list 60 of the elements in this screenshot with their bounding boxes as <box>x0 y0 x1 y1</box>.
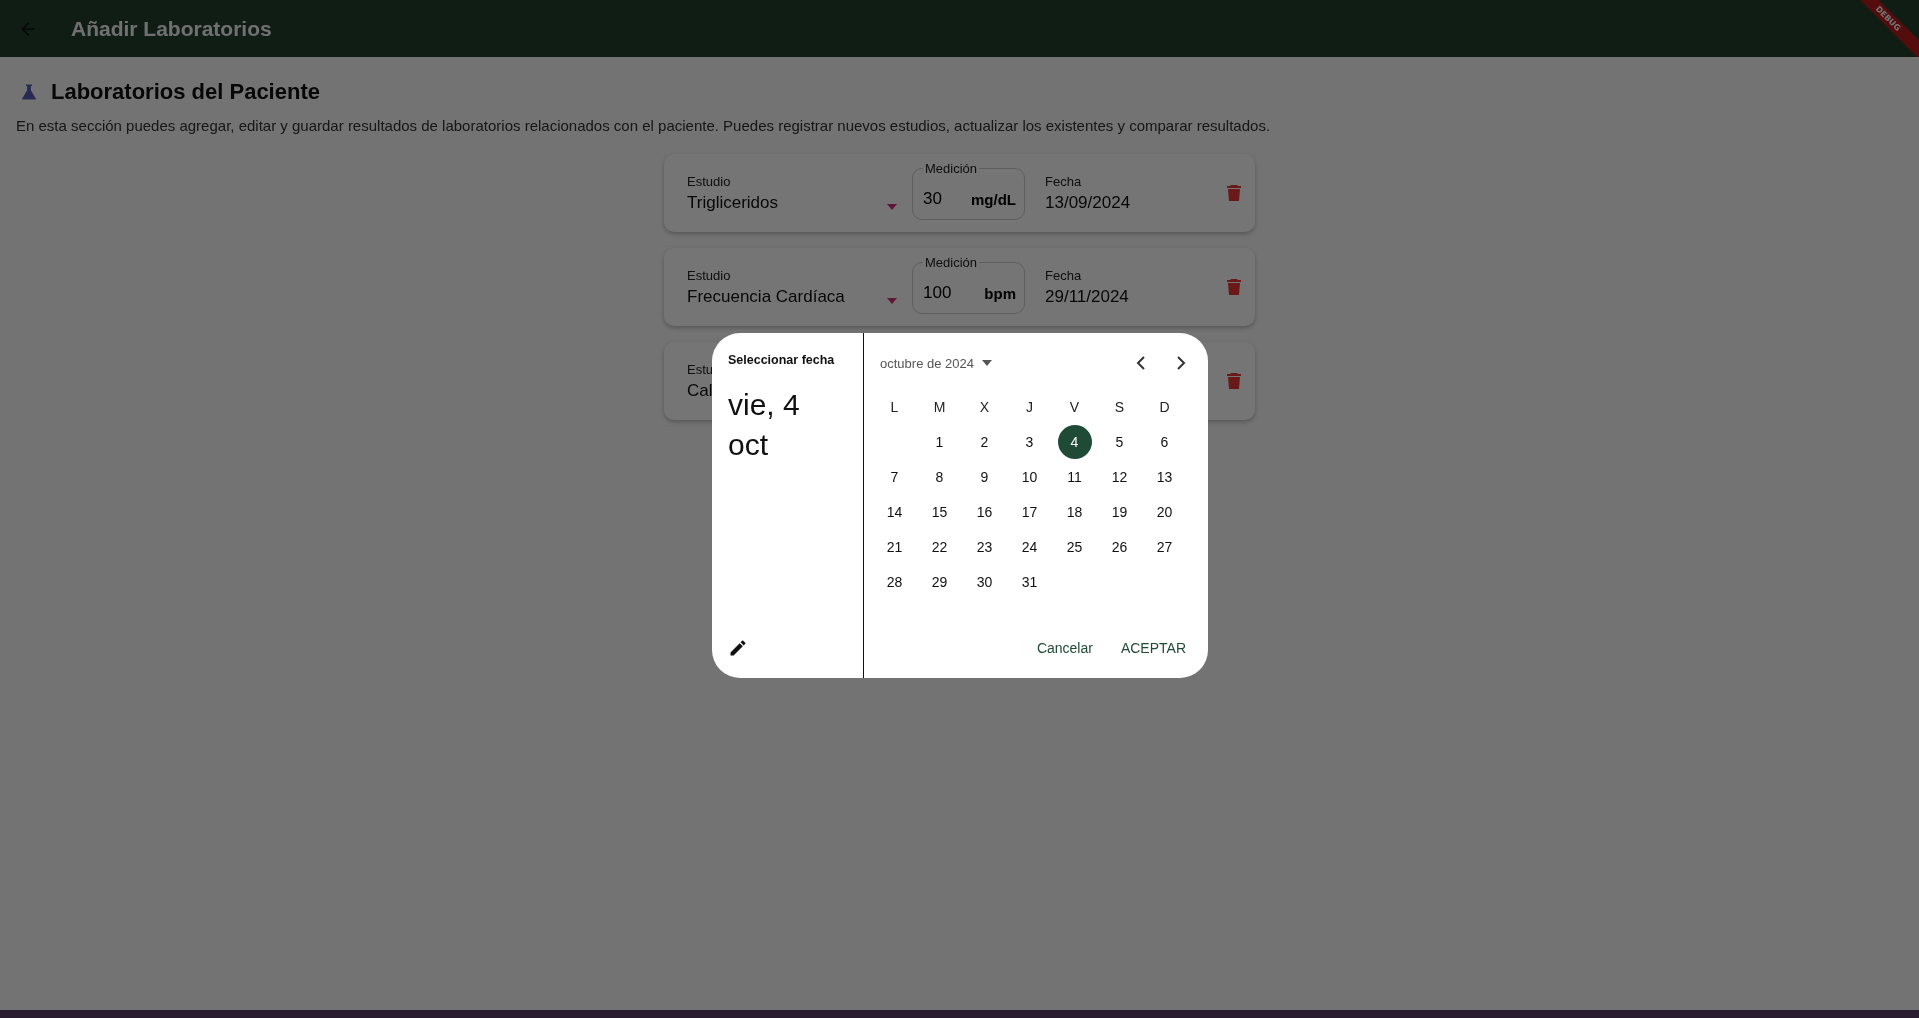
calendar-day[interactable]: 22 <box>922 529 957 564</box>
calendar-day[interactable]: 11 <box>1057 459 1092 494</box>
dropdown-caret-icon[interactable] <box>887 203 897 210</box>
calendar-day[interactable]: 19 <box>1102 494 1137 529</box>
calendar-day[interactable]: 5 <box>1102 424 1137 459</box>
calendar-day[interactable]: 26 <box>1102 529 1137 564</box>
calendar-day[interactable]: 31 <box>1012 564 1047 599</box>
calendar-day[interactable]: 25 <box>1057 529 1092 564</box>
dropdown-caret-icon <box>981 360 992 366</box>
calendar-day[interactable]: 18 <box>1057 494 1092 529</box>
calendar-day[interactable]: 1 <box>922 424 957 459</box>
calendar-day[interactable]: 7 <box>877 459 912 494</box>
calendar-day[interactable]: 24 <box>1012 529 1047 564</box>
weekday-label: X <box>978 397 991 417</box>
chevron-right-icon <box>1176 356 1186 370</box>
calendar-day[interactable]: 12 <box>1102 459 1137 494</box>
selected-date: vie, 4 oct <box>728 387 801 463</box>
calendar-day[interactable]: 30 <box>967 564 1002 599</box>
app-title: Añadir Laboratorios <box>71 16 272 41</box>
calendar-day[interactable]: 4 <box>1057 424 1092 459</box>
calendar-day[interactable]: 16 <box>967 494 1002 529</box>
calendar-day[interactable]: 20 <box>1147 494 1182 529</box>
calendar-day[interactable]: 15 <box>922 494 957 529</box>
calendar-day[interactable]: 21 <box>877 529 912 564</box>
calendar-day[interactable]: 23 <box>967 529 1002 564</box>
weekday-label: M <box>932 397 947 417</box>
calendar-day[interactable]: 14 <box>877 494 912 529</box>
delete-icon[interactable] <box>1227 185 1241 201</box>
weekday-label: J <box>1025 397 1034 417</box>
month-dropdown[interactable]: octubre de 2024 <box>880 355 992 371</box>
accept-button[interactable]: ACEPTAR <box>1110 632 1196 664</box>
date-field[interactable]: Fecha 13/09/2024 <box>1045 173 1131 213</box>
dialog-header: Seleccionar fecha <box>728 353 836 367</box>
cancel-button[interactable]: Cancelar <box>1026 632 1103 664</box>
delete-icon[interactable] <box>1227 279 1241 295</box>
calendar-day[interactable]: 17 <box>1012 494 1047 529</box>
weekday-label: L <box>889 397 900 417</box>
calendar-day[interactable]: 6 <box>1147 424 1182 459</box>
calendar-day[interactable]: 9 <box>967 459 1002 494</box>
chevron-left-icon <box>1136 356 1146 370</box>
weekday-label: D <box>1158 397 1171 417</box>
flask-icon <box>20 83 38 101</box>
weekday-label: S <box>1113 397 1126 417</box>
delete-icon[interactable] <box>1227 373 1241 389</box>
calendar-day[interactable]: 3 <box>1012 424 1047 459</box>
calendar-day[interactable]: 28 <box>877 564 912 599</box>
weekday-label: V <box>1068 397 1081 417</box>
calendar-day[interactable]: 13 <box>1147 459 1182 494</box>
calendar-day[interactable]: 2 <box>967 424 1002 459</box>
pencil-icon[interactable] <box>728 638 748 658</box>
dropdown-caret-icon[interactable] <box>887 297 897 304</box>
calendar-day[interactable]: 27 <box>1147 529 1182 564</box>
study-dropdown[interactable]: Estudio Frecuencia Cardíaca <box>687 267 897 307</box>
study-dropdown[interactable]: Estudio Trigliceridos <box>687 173 897 213</box>
section-description: En esta sección puedes agregar, editar y guardar resultados de laboratorios relacionados con el paciente. Puedes registrar nuevos estudios, actualizar los existentes y comparar resultados. <box>16 117 1272 134</box>
calendar-day[interactable]: 8 <box>922 459 957 494</box>
calendar-day[interactable]: 29 <box>922 564 957 599</box>
section-title: Laboratorios del Paciente <box>51 79 320 105</box>
date-field[interactable]: Fecha 29/11/2024 <box>1045 267 1129 307</box>
calendar-day[interactable]: 10 <box>1012 459 1047 494</box>
